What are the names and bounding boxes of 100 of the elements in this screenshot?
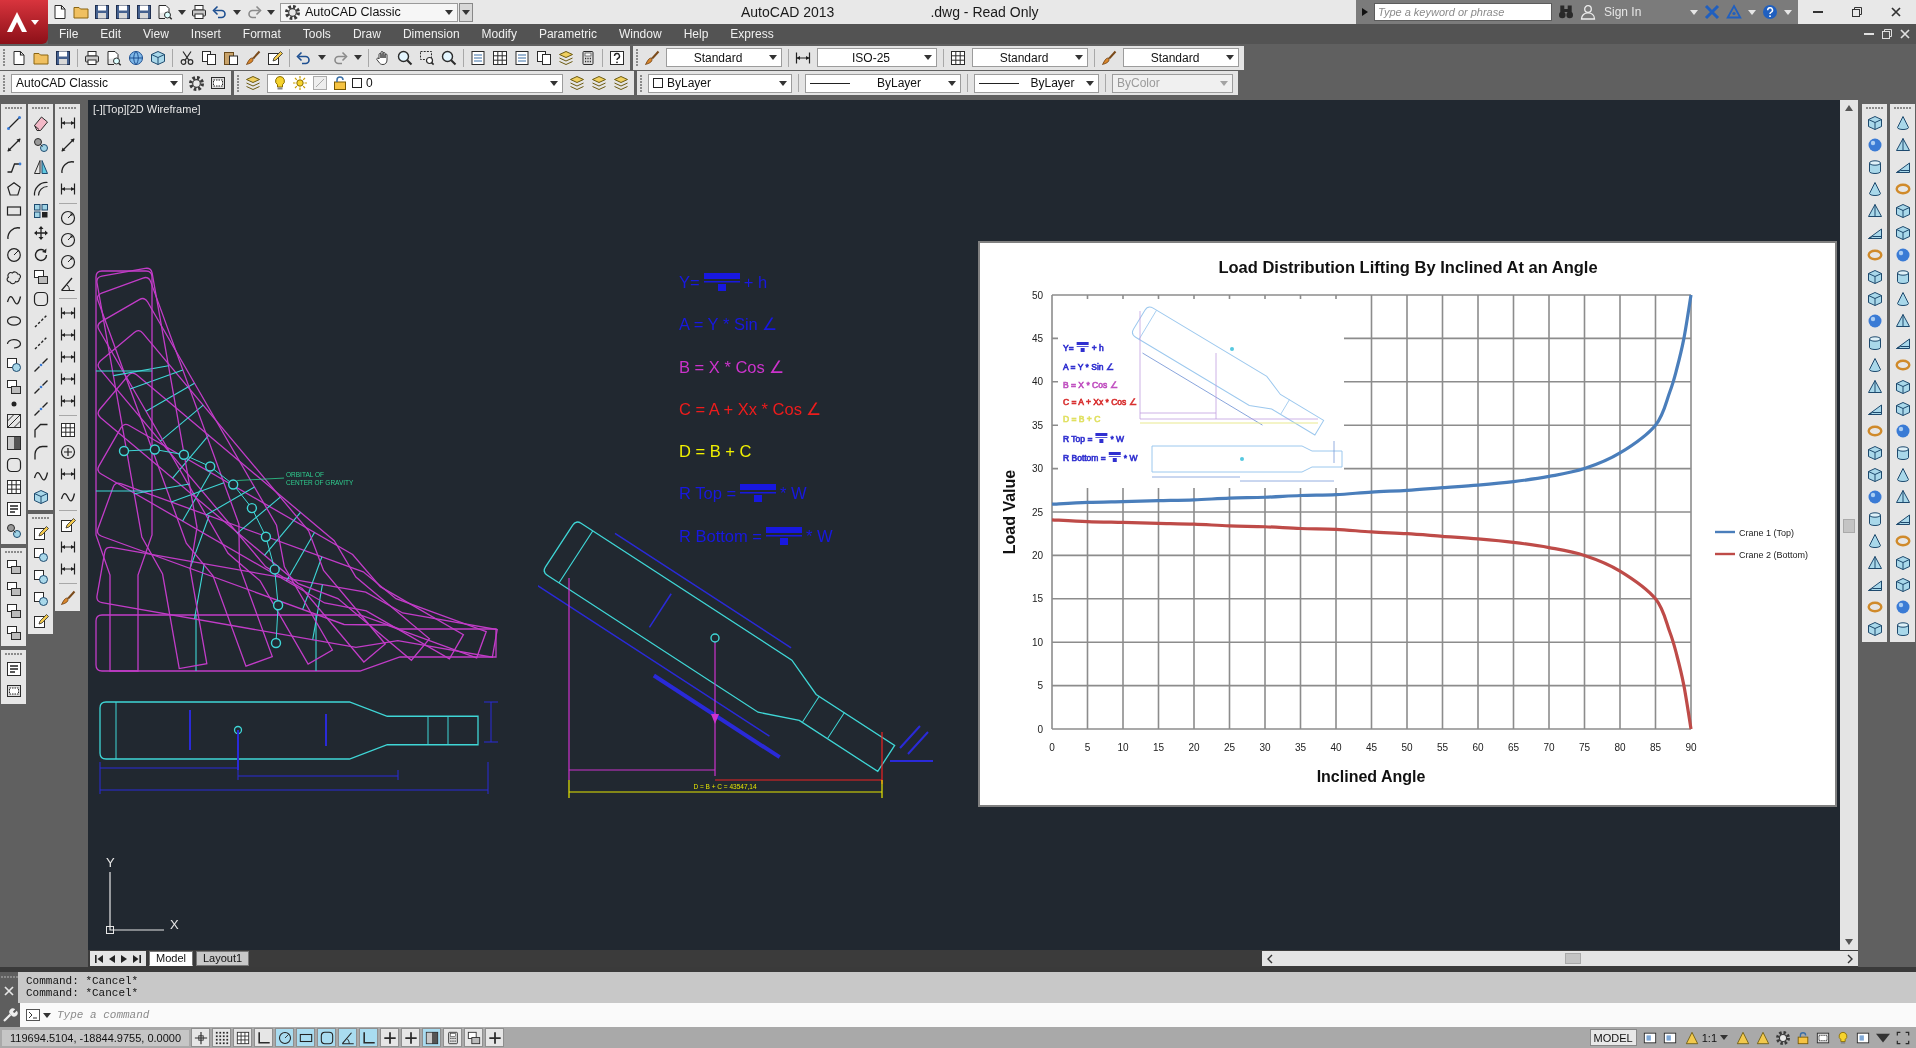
pencil-tile-icon[interactable] xyxy=(32,613,49,629)
pyramid-icon[interactable] xyxy=(1866,379,1883,395)
menu-item[interactable]: Tools xyxy=(291,24,342,44)
overlapping-squares-icon[interactable] xyxy=(5,625,22,641)
status-toggle-button[interactable] xyxy=(422,1028,442,1047)
circle-arrow-icon[interactable] xyxy=(5,523,22,539)
square-circle-icon[interactable] xyxy=(32,547,49,563)
pyramid-icon[interactable] xyxy=(1894,313,1911,329)
paintbrush-icon[interactable] xyxy=(1101,49,1117,66)
binoculars-icon[interactable] xyxy=(1558,4,1574,20)
lightbulb-icon[interactable] xyxy=(272,75,288,91)
undo-icon[interactable] xyxy=(212,4,228,20)
cube-icon[interactable] xyxy=(1894,203,1911,219)
break-line-icon[interactable] xyxy=(32,401,49,417)
cone-icon[interactable] xyxy=(1894,291,1911,307)
pencil-tile-icon[interactable] xyxy=(59,517,76,533)
layers-stack-icon[interactable] xyxy=(558,49,574,66)
corners-icon[interactable] xyxy=(1896,1030,1910,1045)
layout-tab[interactable]: Layout1 xyxy=(195,951,250,966)
list-panel-icon[interactable] xyxy=(470,49,486,66)
break-line-icon[interactable] xyxy=(32,379,49,395)
scrollbar-thumb[interactable] xyxy=(1565,953,1581,964)
padlock-icon[interactable] xyxy=(1796,1030,1810,1045)
window-panel-icon[interactable] xyxy=(210,75,226,91)
sphere-icon[interactable] xyxy=(1866,313,1883,329)
overlapping-squares-icon[interactable] xyxy=(5,379,22,395)
model-space-button[interactable]: MODEL xyxy=(1589,1029,1637,1046)
mirror-triangles-icon[interactable] xyxy=(32,159,49,175)
caret-icon[interactable] xyxy=(354,55,362,60)
magnifier-icon[interactable] xyxy=(441,49,457,66)
user-icon[interactable] xyxy=(1580,4,1596,20)
layout-tab[interactable]: Model xyxy=(149,951,193,966)
square-grid-icon[interactable] xyxy=(32,203,49,219)
window-panel-icon[interactable] xyxy=(1816,1030,1830,1045)
menu-item[interactable]: View xyxy=(132,24,180,44)
scrollbar-thumb[interactable] xyxy=(1843,519,1855,533)
menu-item[interactable]: Modify xyxy=(470,24,528,44)
sign-in-button[interactable]: Sign In xyxy=(1602,5,1644,19)
scissors-icon[interactable] xyxy=(179,49,195,66)
caret-icon[interactable] xyxy=(178,9,186,15)
cube-icon[interactable] xyxy=(1894,577,1911,593)
square-circle-icon[interactable] xyxy=(32,569,49,585)
redo-icon[interactable] xyxy=(246,4,262,20)
text-lines-icon[interactable] xyxy=(5,661,22,677)
overlapping-squares-icon[interactable] xyxy=(5,581,22,597)
circle-icon[interactable] xyxy=(5,247,22,263)
caret-icon[interactable] xyxy=(318,55,326,60)
menu-item[interactable]: Parametric xyxy=(527,24,608,44)
pentagon-icon[interactable] xyxy=(5,181,22,197)
wedge-icon[interactable] xyxy=(1866,225,1883,241)
cylinder-icon[interactable] xyxy=(1866,335,1883,351)
dimension-line-icon[interactable] xyxy=(59,115,76,131)
table-icon[interactable] xyxy=(5,479,22,495)
dimension-line-icon[interactable] xyxy=(59,327,76,343)
cone-icon[interactable] xyxy=(1894,115,1911,131)
printer-icon[interactable] xyxy=(191,4,207,20)
wedge-icon[interactable] xyxy=(1894,335,1911,351)
folder-icon[interactable] xyxy=(73,4,89,20)
circle-radius-icon[interactable] xyxy=(59,232,76,248)
wedge-icon[interactable] xyxy=(1866,577,1883,593)
cloud-icon[interactable] xyxy=(5,269,22,285)
pyramid-icon[interactable] xyxy=(1866,555,1883,571)
status-toggle-button[interactable] xyxy=(443,1028,463,1047)
angle-arc-icon[interactable] xyxy=(59,276,76,292)
status-toggle-button[interactable] xyxy=(380,1028,400,1047)
application-menu-button[interactable] xyxy=(0,0,48,44)
document-icon[interactable] xyxy=(11,49,27,66)
caret-icon[interactable] xyxy=(267,9,275,15)
cylinder-icon[interactable] xyxy=(1894,269,1911,285)
first-icon[interactable] xyxy=(95,954,103,963)
arc-icon[interactable] xyxy=(5,225,22,241)
layout-thumb-icon[interactable] xyxy=(1642,1030,1657,1045)
padlock-icon[interactable] xyxy=(332,75,348,91)
menu-item[interactable]: Draw xyxy=(341,24,392,44)
cube-icon[interactable] xyxy=(1866,445,1883,461)
status-toggle-button[interactable] xyxy=(191,1028,211,1047)
chevron-right-icon[interactable] xyxy=(1847,953,1853,964)
zoom-window-icon[interactable] xyxy=(419,49,435,66)
status-toggle-button[interactable] xyxy=(401,1028,421,1047)
arc-icon[interactable] xyxy=(59,159,76,175)
document-icon[interactable] xyxy=(52,4,68,20)
cone-icon[interactable] xyxy=(1866,533,1883,549)
circular-arrow-icon[interactable] xyxy=(32,247,49,263)
circled-plus-icon[interactable] xyxy=(59,444,76,460)
dimension-line-icon[interactable] xyxy=(59,466,76,482)
close-icon[interactable] xyxy=(1891,7,1902,17)
overlapping-squares-icon[interactable] xyxy=(5,603,22,619)
dimension-line-icon[interactable] xyxy=(59,181,76,197)
status-toggle-button[interactable] xyxy=(275,1028,295,1047)
cube-icon[interactable] xyxy=(32,489,49,505)
cube-icon[interactable] xyxy=(1894,555,1911,571)
cylinder-icon[interactable] xyxy=(1866,159,1883,175)
layers-stack-icon[interactable] xyxy=(613,75,629,91)
pencil-tile-icon[interactable] xyxy=(267,49,283,66)
dimension-line-icon[interactable] xyxy=(59,305,76,321)
caret-icon[interactable] xyxy=(233,9,241,15)
paintbrush-icon[interactable] xyxy=(245,49,261,66)
overlapping-squares-icon[interactable] xyxy=(32,269,49,285)
menu-item[interactable]: Window xyxy=(607,24,673,44)
dimension-line-icon[interactable] xyxy=(59,371,76,387)
